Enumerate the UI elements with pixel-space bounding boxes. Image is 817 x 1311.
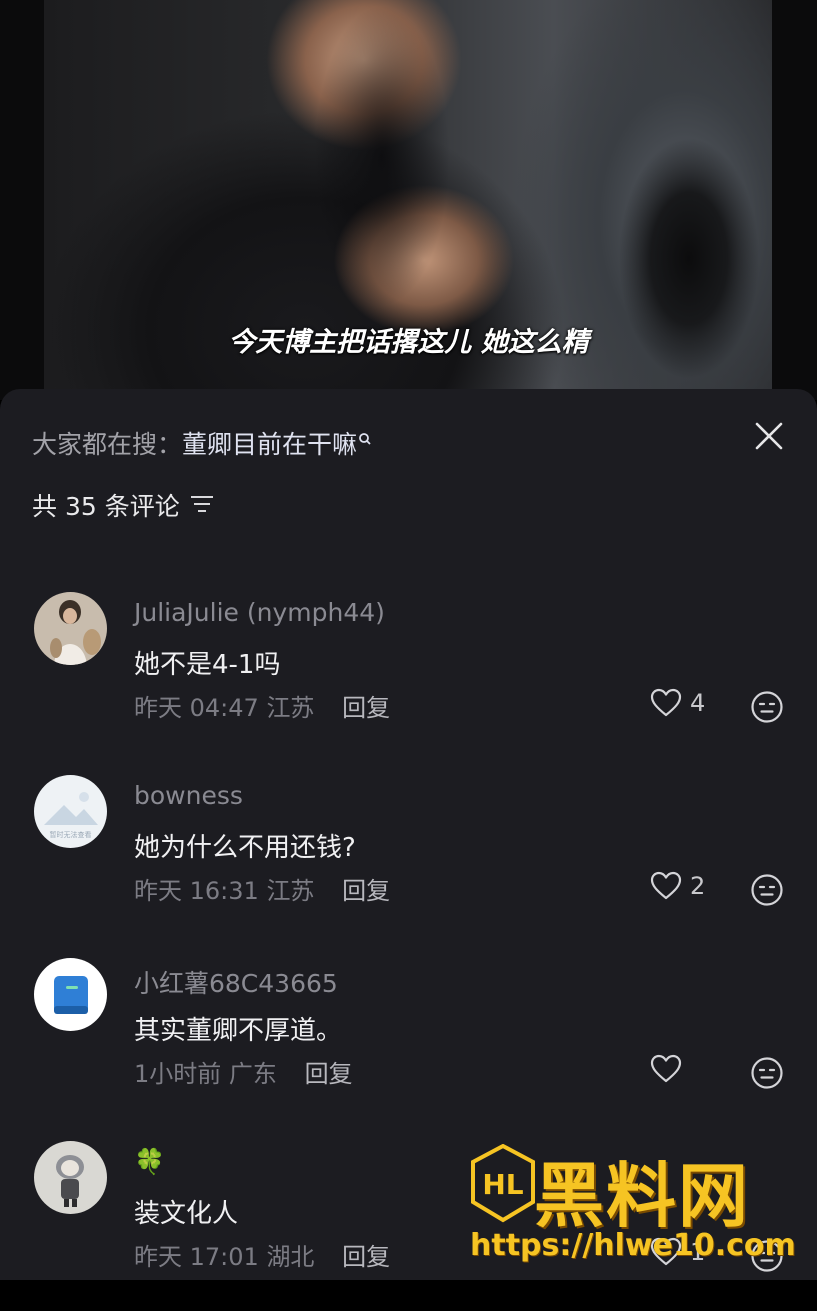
watermark-logo: HL [471,1144,535,1223]
avatar[interactable] [34,958,107,1031]
comment-text: 其实董卿不厚道。 [134,1016,343,1046]
sort-icon[interactable] [190,491,214,520]
avatar[interactable] [34,1141,107,1214]
comment-time: 1小时前 [134,1060,222,1088]
comment-location: 江苏 [266,877,315,905]
video-subtitle: 今天博主把话撂这儿 她这么精 [228,327,589,358]
comment-meta: 昨天 16:31 江苏 回复 [134,871,390,906]
comment-text: 装文化人 [134,1199,239,1229]
trending-search-term[interactable]: 董卿目前在干嘛 [182,430,357,459]
comment-meta: 1小时前 广东 回复 [134,1054,353,1089]
comment-location: 广东 [228,1060,277,1088]
like-button[interactable]: 4 [650,688,705,718]
comment-time: 昨天 16:31 [134,877,259,905]
comment-count-sort[interactable]: 共 35 条评论 [32,487,214,523]
heart-icon [650,688,682,717]
comment-text: 她为什么不用还钱? [134,833,356,863]
comment-username[interactable]: JuliaJulie (nymph44) [134,598,385,627]
comment-item: 小红薯68C43665 其实董卿不厚道。 1小时前 广东 回复 [0,958,817,1128]
heart-icon [650,871,682,900]
trending-search[interactable]: 大家都在搜：董卿目前在干嘛 [32,425,372,461]
comment-count-label: 共 35 条评论 [32,492,180,521]
like-button[interactable]: 2 [650,871,705,901]
comment-username[interactable]: 🍀 [134,1147,165,1177]
avatar[interactable] [34,592,107,665]
comment-location: 江苏 [266,694,315,722]
comment-item: JuliaJulie (nymph44) 她不是4-1吗 昨天 04:47 江苏… [0,592,817,762]
comment-username[interactable]: bowness [134,781,243,810]
trending-search-prefix: 大家都在搜： [32,430,183,459]
like-button[interactable] [650,1054,690,1084]
video-player[interactable]: 今天博主把话撂这儿 她这么精 [0,0,817,400]
emoji-icon[interactable] [750,873,784,907]
close-icon[interactable] [752,419,786,453]
comment-username[interactable]: 小红薯68C43665 [134,964,338,1000]
comment-text: 她不是4-1吗 [134,650,281,680]
heart-icon [650,1054,682,1083]
emoji-icon[interactable] [750,1056,784,1090]
comment-time: 昨天 04:47 [134,694,259,722]
comment-item: 暂时无法查看 bowness 她为什么不用还钱? 昨天 16:31 江苏 回复 … [0,775,817,945]
like-count: 4 [690,689,706,717]
reply-button[interactable]: 回复 [342,694,390,722]
comment-time: 昨天 17:01 [134,1243,259,1271]
comment-meta: 昨天 04:47 江苏 回复 [134,688,390,723]
watermark: HL 黑料网 https://hlwe10.com [470,1140,810,1275]
watermark-logo-letters: HL [482,1168,523,1201]
like-count: 2 [690,872,706,900]
comment-meta: 昨天 17:01 湖北 回复 [134,1237,390,1272]
search-icon [358,425,372,454]
watermark-brand: 黑料网 [534,1155,750,1237]
reply-button[interactable]: 回复 [305,1060,353,1088]
comment-location: 湖北 [266,1243,315,1271]
avatar[interactable]: 暂时无法查看 [34,775,107,848]
reply-button[interactable]: 回复 [342,877,390,905]
emoji-icon[interactable] [750,690,784,724]
reply-button[interactable]: 回复 [342,1243,390,1271]
watermark-url: https://hlwe10.com [470,1228,796,1263]
avatar-caption: 暂时无法查看 [50,830,92,839]
